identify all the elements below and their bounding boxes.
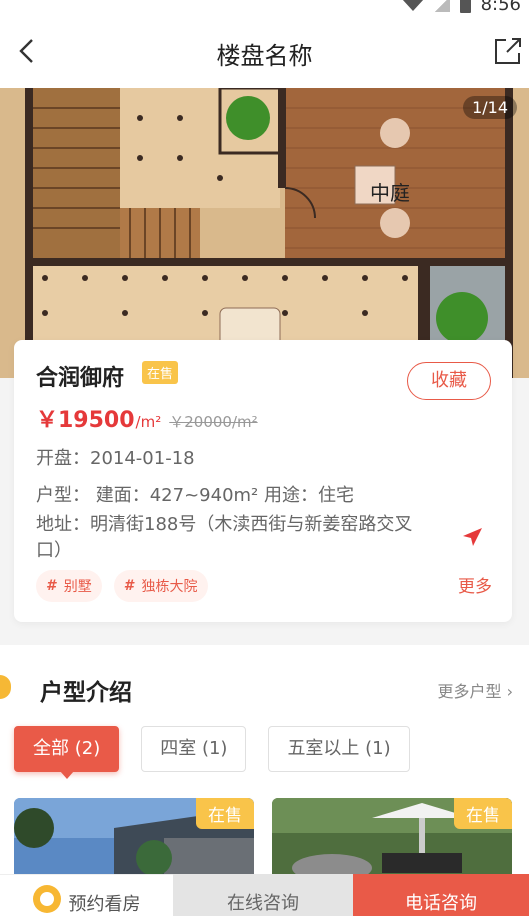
opening-date: 开盘：2014-01-18	[36, 448, 195, 469]
address: 地址：明清街188号（木渎西街与新姜窑路交叉口）	[36, 514, 413, 561]
status-bar: 8:56	[0, 0, 529, 16]
price-unit: /m²	[135, 413, 162, 431]
filter-four-rooms[interactable]: 四室 (1)	[141, 726, 247, 772]
original-price: ￥20000/m²	[169, 413, 258, 431]
appointment-label: 预约看房	[68, 893, 141, 915]
hash-icon: #	[46, 578, 56, 594]
share-icon[interactable]	[493, 36, 523, 66]
floorplan-room-label: 中庭	[370, 181, 410, 205]
favorite-button[interactable]: 收藏	[407, 362, 491, 400]
status-time: 8:56	[480, 0, 521, 15]
more-units-link[interactable]: 更多户型 ›	[438, 678, 514, 702]
property-info-card: 合润御府 在售 收藏 ￥19500 /m² ￥20000/m² 开盘：2014-…	[14, 340, 512, 622]
page-title: 楼盘名称	[216, 42, 313, 70]
signal-icon	[433, 0, 450, 12]
floorplan-image: 中庭	[0, 88, 529, 378]
alarm-clock-icon	[32, 884, 61, 913]
wifi-icon	[401, 0, 424, 11]
tag-villa[interactable]: # 别墅	[36, 570, 102, 602]
online-consult-button[interactable]: 在线咨询	[173, 874, 353, 916]
phone-consult-button[interactable]: 电话咨询	[353, 874, 529, 916]
unit-status-badge: 在售	[196, 798, 254, 829]
more-info-link[interactable]: 更多	[458, 572, 492, 597]
section-accent-bar	[0, 675, 11, 699]
image-counter: 1/14	[463, 96, 517, 119]
tag-label: 独栋大院	[141, 579, 198, 595]
property-image-carousel[interactable]: 中庭 1/14	[0, 88, 529, 378]
hash-icon: #	[123, 578, 134, 594]
battery-icon	[459, 0, 471, 13]
navigation-arrow-icon[interactable]	[461, 526, 483, 548]
bottom-action-bar: 预约看房 在线咨询 电话咨询	[0, 874, 529, 916]
unit-filter-tabs: 全部 (2) 四室 (1) 五室以上 (1)	[14, 726, 410, 779]
filter-all[interactable]: 全部 (2)	[14, 726, 120, 779]
property-name: 合润御府	[36, 366, 125, 391]
section-title: 户型介绍	[40, 680, 132, 706]
unit-status-badge: 在售	[454, 798, 512, 829]
appointment-button[interactable]: 预约看房	[0, 874, 173, 916]
unit-type-info: 户型： 建面：427~940m² 用途：住宅	[36, 485, 354, 506]
price: ￥19500	[36, 408, 135, 433]
nav-bar: 楼盘名称	[0, 16, 529, 88]
status-badge: 在售	[142, 361, 179, 384]
tag-label: 别墅	[63, 579, 92, 595]
filter-five-plus-rooms[interactable]: 五室以上 (1)	[268, 726, 410, 772]
property-tags: # 别墅 # 独栋大院	[36, 570, 208, 602]
tag-courtyard[interactable]: # 独栋大院	[113, 570, 208, 602]
price-row: ￥19500 /m² ￥20000/m²	[36, 402, 258, 434]
